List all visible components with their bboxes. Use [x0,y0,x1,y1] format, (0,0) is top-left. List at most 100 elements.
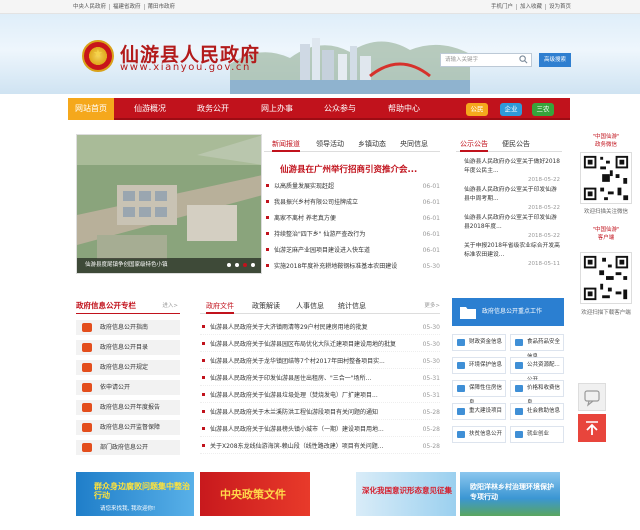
hero-caption: 仙游县度尾镇争创国家级特色小镇 [77,258,261,273]
key-work-item[interactable]: 环境保护信息 [452,357,506,374]
tab-town-news[interactable]: 乡镇动态 [358,136,386,152]
document-item[interactable]: 仙游县人民政府关于仙游县榜头镇小城市（一期）建设项目用地... 05-28 [200,422,440,437]
document-tabs: 政府文件 政策解读 人事信息 统计信息 更多> [200,298,440,314]
nav-item-help-center[interactable]: 帮助中心 [376,98,432,120]
document-item[interactable]: 仙游县人民政府关于木兰溪防洪工程仙游段项目有关问题的通知 05-28 [200,405,440,420]
key-work-item[interactable]: 社会救助信息 [510,403,564,420]
link-mobile-portal[interactable]: 手机门户 [488,4,516,10]
advanced-search-button[interactable]: 高级搜索 [539,53,571,67]
nav-item-home[interactable]: 网站首页 [68,98,114,120]
pill-citizen[interactable]: 公民 [466,103,488,116]
key-work-item[interactable]: 价格和收费信息 [510,380,564,406]
tab-statistics-info[interactable]: 统计信息 [338,298,366,314]
document-item[interactable]: 仙游县人民政府关于仙游县园区布局优化大队迁建项目建设用地的批复 05-30 [200,337,440,352]
news-item[interactable]: 离家不离村 养老真方便 06-01 [264,212,440,226]
notice-item[interactable]: 仙游县人民政府办公室关于做好2018年度公民主... 2018-05-22 [464,158,560,185]
key-work-item[interactable]: 公共资源配...公开 [510,357,564,383]
document-item[interactable]: 仙游县人民政府关于大济镇雨清等29户村民建房用地的批复 05-30 [200,320,440,335]
tab-central-info[interactable]: 央同信息 [400,136,428,152]
news-item[interactable]: 以高质量发展实现赶超 06-01 [264,180,440,194]
back-to-top-button[interactable] [578,414,606,442]
banner-anticorruption[interactable]: 群众身边腐败问题集中整治行动 请您来找我, 我欢迎你! [76,472,194,516]
disclosure-item[interactable]: 政府信息公开年度报告 [76,400,180,415]
news-tabs: 新闻报道 领导活动 乡镇动态 央同信息 [264,136,440,152]
tab-leader-activities[interactable]: 领导活动 [316,136,344,152]
poverty-icon [457,431,465,438]
key-work-item[interactable]: 保障性住房信息 [452,380,506,406]
key-work-item[interactable]: 就业创业 [510,426,564,443]
banner-opinion-collection[interactable]: 深化我国意识形态意见征集 [356,472,456,516]
news-item[interactable]: 持续整治"四下乡" 仙游严查改行为 06-01 [264,228,440,242]
tab-public-notices[interactable]: 公示公告 [460,136,488,152]
nav-item-online-services[interactable]: 网上办事 [250,98,304,120]
employment-icon [515,431,523,438]
key-work-item[interactable]: 扶贫信息公开 [452,426,506,443]
banner-anticorruption-label: 群众身边腐败问题集中整治行动 [94,482,190,500]
disclosure-item[interactable]: 政府信息公开指南 [76,320,180,335]
carousel-dot[interactable] [227,263,231,267]
tab-convenience-notices[interactable]: 便民公告 [502,136,530,152]
document-item[interactable]: 仙游县人民政府关于印发仙游县居住出租房、"三合一"场所... 05-31 [200,371,440,386]
top-links-left: 中央人民政府 福建省政府 莆田市政府 [70,0,179,14]
banner-environment-action[interactable]: 欧阳洋林乡村治理环境保护专项行动 [460,472,560,516]
wechat-qr-code [580,152,632,204]
request-icon [82,383,92,392]
nav-item-public-participation[interactable]: 公众参与 [314,98,366,120]
banner-anticorruption-sub: 请您来找我, 我欢迎你! [100,506,156,512]
notice-item[interactable]: 仙游县人民政府办公室关于印发仙游县2018年度... 2018-05-22 [464,214,560,241]
pill-agriculture[interactable]: 三农 [532,103,554,116]
carousel-dot[interactable] [235,263,239,267]
site-url: www.xianyou.gov.cn [120,62,251,73]
document-item[interactable]: 仙游县人民政府关于龙华镇团结等7个村2017年田村整备项目实... 05-30 [200,354,440,369]
tab-news-reports[interactable]: 新闻报道 [272,136,300,152]
arrow-up-icon [586,421,598,435]
link-fujian-government[interactable]: 福建省政府 [109,4,144,10]
key-work-item[interactable]: 重大建设项目 [452,403,506,420]
nav-item-overview[interactable]: 仙游概况 [124,98,176,120]
carousel-dot[interactable] [251,263,255,267]
disclosure-item[interactable]: 政府信息公开监督保障 [76,420,180,435]
chat-float-button[interactable] [578,383,606,411]
document-item[interactable]: 关于X208东龙线仙游海滨-赖山段（线性路改建）项目有关问题... 05-28 [200,439,440,454]
construction-icon [457,408,465,415]
news-item[interactable]: 我县振兴乡村有限公司挂牌成立 06-01 [264,196,440,210]
guide-icon [82,323,92,332]
tab-government-documents[interactable]: 政府文件 [206,298,234,314]
tab-policy-interpretation[interactable]: 政策解读 [252,298,280,314]
documents-more-link[interactable]: 更多> [424,298,440,314]
carousel-dot-active[interactable] [243,263,247,267]
notice-item[interactable]: 仙游县人民政府办公室关于印发仙游县中周考期... 2018-05-22 [464,186,560,213]
disclosure-item[interactable]: 政府信息公开规定 [76,360,180,375]
link-set-homepage[interactable]: 设为首页 [544,4,574,10]
document-item[interactable]: 仙游县人民政府关于仙游县垃圾处理（焚烧发电）厂扩建项目... 05-31 [200,388,440,403]
hero-carousel[interactable]: 仙游县度尾镇争创国家级特色小镇 [76,134,262,274]
disclosure-title: 政府信息公开专栏 [76,301,136,310]
key-work-item[interactable]: 财政资金信息 [452,334,506,351]
news-item[interactable]: 实施2018年度补充耕地鞍钢标准基本农田建设 05-30 [264,260,440,274]
disclosure-item[interactable]: 依申请公开 [76,380,180,395]
tab-personnel-info[interactable]: 人事信息 [296,298,324,314]
social-aid-icon [515,408,523,415]
news-item[interactable]: 仙游芝麻产业园项目建设进入快车道 06-01 [264,244,440,258]
disclosure-item[interactable]: 部门政府信息公开 [76,440,180,455]
notice-item[interactable]: 关于申报2018年省级农业综合开发高标准农田建设... 2018-05-11 [464,242,560,269]
banner-central-policy[interactable]: 中央政策文件 [200,472,310,516]
link-add-favorite[interactable]: 加入收藏 [515,4,545,10]
environment-icon [457,362,465,369]
disclosure-more-link[interactable]: 进入> [162,301,178,309]
disclosure-item[interactable]: 政府信息公开目录 [76,340,180,355]
supervision-icon [82,423,92,432]
nav-item-government-affairs[interactable]: 政务公开 [186,98,240,120]
link-putian-government[interactable]: 莆田市政府 [143,4,179,10]
key-work-label: 政府信息公开重点工作 [482,308,543,315]
link-central-government[interactable]: 中央人民政府 [70,4,109,10]
top-utility-bar: 中央人民政府 福建省政府 莆田市政府 手机门户 加入收藏 设为首页 [0,0,640,14]
news-headline[interactable]: 仙游县在广州举行招商引资推介会... [280,163,417,175]
key-work-button[interactable]: 政府信息公开重点工作 [452,298,564,326]
key-work-item[interactable]: 食品药品安全信息 [510,334,564,360]
city-skyline-image [230,38,470,94]
regulation-icon [82,363,92,372]
finance-icon [457,339,465,346]
pill-enterprise[interactable]: 企业 [500,103,522,116]
search-icon[interactable] [519,55,528,64]
